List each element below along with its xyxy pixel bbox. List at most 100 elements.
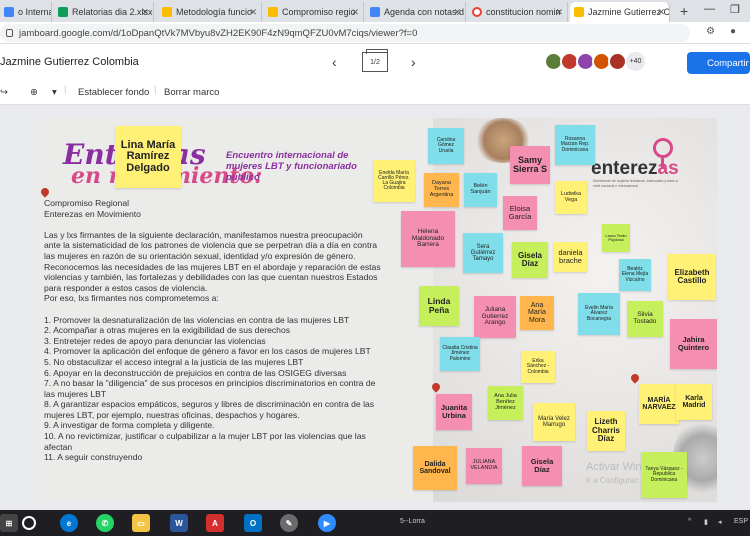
sticky-note[interactable]: Jahira Quintero: [670, 319, 717, 369]
language-indicator[interactable]: ESP: [734, 518, 748, 525]
sticky-note[interactable]: Helena Maldonado Barrera: [401, 211, 455, 267]
sticky-note[interactable]: JULIANA VELANDIA: [466, 448, 502, 484]
tab-constitucion[interactable]: constitucion nomin ✕: [468, 2, 568, 22]
tab-metodologia[interactable]: Metodología funcio ✕: [158, 2, 262, 22]
declaration-line: 2. Acompañar a otras mujeres en la exigi…: [44, 325, 291, 336]
tab-compromiso[interactable]: Compromiso regio ✕: [264, 2, 364, 22]
url-field[interactable]: jamboard.google.com/d/1oDpanQtVk7MVbyu8v…: [0, 24, 690, 42]
frame-bar-toggle[interactable]: 1/2: [362, 49, 388, 72]
avatar[interactable]: [608, 52, 627, 71]
declaration-line: 5. No obstaculizar el acceso integral a …: [44, 356, 304, 367]
pdf-reader-icon[interactable]: A: [206, 514, 224, 532]
sticky-note[interactable]: Linda Peña: [419, 286, 459, 326]
declaration-line: 11. A seguir construyendo: [44, 452, 143, 463]
declaration-line: afectan: [44, 441, 73, 452]
sticky-note[interactable]: MARÍA NARVAEZ: [639, 384, 679, 424]
new-tab-button[interactable]: +: [680, 3, 688, 19]
sticky-note[interactable]: Karla Madrid: [676, 384, 712, 420]
set-background-button[interactable]: Establecer fondo: [78, 87, 149, 98]
tray-chevron-icon[interactable]: ^: [688, 518, 691, 525]
edge-icon[interactable]: e: [60, 514, 78, 532]
search-icon[interactable]: [22, 516, 36, 530]
sticky-note[interactable]: Tanya Vásquez - Republica Dominicana: [641, 452, 687, 498]
sticky-note[interactable]: Dalida Sandoval: [413, 446, 457, 490]
sticky-note[interactable]: Lina María Ramírez Delgado: [115, 126, 181, 188]
sticky-note[interactable]: Evelin María Álvarez Bocanegra: [578, 293, 620, 335]
chevron-down-icon[interactable]: ▾: [52, 87, 57, 98]
tab-label: Agenda con notas.d: [384, 7, 465, 17]
sticky-note[interactable]: Gisela Díaz: [512, 242, 548, 278]
close-tab-icon[interactable]: ✕: [657, 7, 665, 18]
declaration-line: [44, 304, 394, 315]
tab-label: Metodología funcio: [176, 7, 253, 17]
outlook-icon[interactable]: O: [244, 514, 262, 532]
redo-icon[interactable]: ↪: [0, 87, 8, 98]
sticky-note[interactable]: Samy Sierra S: [510, 146, 550, 184]
network-icon[interactable]: ▮: [704, 518, 708, 526]
declaration-line: 7. A no basar la "diligencia" de sus pro…: [44, 378, 376, 389]
word-icon[interactable]: W: [170, 514, 188, 532]
prev-frame-button[interactable]: ‹: [332, 54, 337, 70]
sticky-note[interactable]: daniela brache: [554, 242, 587, 272]
volume-icon[interactable]: ◂: [718, 518, 722, 526]
sticky-note[interactable]: María Velez Marrugo: [533, 403, 575, 441]
restore-icon[interactable]: ❐: [730, 3, 740, 16]
close-tab-icon[interactable]: ✕: [141, 7, 149, 18]
sticky-note[interactable]: Enelda María Carrillo Pérez. La Guajira …: [373, 160, 415, 202]
zoom-icon[interactable]: ⊕: [30, 87, 38, 98]
sticky-note[interactable]: Juliana Gutierrez Arango: [474, 296, 516, 338]
sheets-icon: [58, 7, 68, 17]
sticky-note[interactable]: Ana Julia Benítez Jiménez: [488, 386, 523, 420]
declaration-line: Enterezas en Movimiento: [44, 208, 141, 219]
zoom-app-icon[interactable]: ▶: [318, 514, 336, 532]
tab-agenda[interactable]: Agenda con notas.d ✕: [366, 2, 466, 22]
close-tab-icon[interactable]: ✕: [351, 7, 359, 18]
tab-internacional[interactable]: o Internacio: [0, 2, 52, 22]
next-frame-button[interactable]: ›: [411, 54, 416, 70]
sticky-note[interactable]: Juanita Urbina: [436, 394, 472, 430]
sticky-note[interactable]: Laura Terán Pujolosa: [602, 224, 630, 252]
sticky-note[interactable]: Ana María Mora: [520, 296, 554, 330]
jam-frame[interactable]: Entenzas en movimiento: Encuentro intern…: [33, 118, 717, 502]
clear-frame-button[interactable]: Borrar marco: [164, 87, 219, 98]
toolbar-divider: |: [64, 84, 67, 95]
sticky-note[interactable]: Elizabeth Castillo: [668, 254, 716, 300]
sticky-note[interactable]: Dayana Torres Argentina: [424, 173, 459, 207]
taskbar-task-label[interactable]: 5--Lorra: [400, 518, 425, 525]
profile-icon[interactable]: ●: [730, 26, 736, 37]
minimize-icon[interactable]: —: [704, 3, 715, 15]
sticky-note[interactable]: Beatriz Elena Mejía Vizcaíno: [619, 259, 651, 291]
share-button[interactable]: Compartir: [687, 52, 750, 74]
sticky-note[interactable]: Ludwika Vega: [555, 181, 587, 214]
sticky-note[interactable]: Lizeth Charris Díaz: [587, 411, 625, 451]
sticky-note[interactable]: Gisela Díaz: [522, 446, 562, 486]
declaration-line: 3. Entretejer redes de apoyo para denunc…: [44, 335, 266, 346]
close-tab-icon[interactable]: ✕: [555, 7, 563, 18]
whatsapp-icon[interactable]: ✆: [96, 514, 114, 532]
note-text: Elizabeth Castillo: [674, 267, 710, 285]
tab-relatorias[interactable]: Relatorias dia 2.xlsx ✕: [54, 2, 154, 22]
start-icon[interactable]: ⊞: [0, 514, 18, 532]
tab-jamboard-active[interactable]: Jazmine Gutierrez C ✕: [570, 2, 670, 22]
jam-title[interactable]: Jazmine Gutierrez Colombia: [0, 56, 139, 68]
sticky-note[interactable]: Sera Gutiérrez Tamayo: [463, 233, 503, 273]
sticky-note[interactable]: Claudia Cristina Jiménez Palomino: [440, 337, 480, 371]
more-collaborators-count[interactable]: +40: [626, 52, 645, 71]
sticky-note[interactable]: Silvia Tostado: [627, 301, 663, 337]
sticky-note[interactable]: Belén Sanjuán: [464, 173, 497, 207]
note-text: Lina María Ramírez Delgado: [120, 138, 176, 174]
logo-accent: as: [657, 158, 679, 179]
note-text: Enelda María Carrillo Pérez. La Guajira …: [378, 169, 410, 192]
windows-taskbar: ⊞ e ✆ ▭ W A O ✎ ▶ 5--Lorra ^ ▮ ◂ ESP: [0, 510, 750, 536]
sticky-note[interactable]: Carolina Gómez Uruela: [428, 128, 464, 164]
extensions-icon[interactable]: ⚙: [706, 26, 715, 37]
close-tab-icon[interactable]: ✕: [453, 7, 461, 18]
paint-icon[interactable]: ✎: [280, 514, 298, 532]
sticky-note[interactable]: Rosanna Marzan Rep. Dominicana: [555, 125, 595, 165]
venus-logo-icon: [653, 138, 673, 168]
file-explorer-icon[interactable]: ▭: [132, 514, 150, 532]
note-text: Silvia Tostado: [633, 311, 657, 325]
sticky-note[interactable]: Erika Sánchez - Colombia: [521, 351, 555, 383]
sticky-note[interactable]: Eloisa García: [503, 196, 537, 230]
close-tab-icon[interactable]: ✕: [249, 7, 257, 18]
